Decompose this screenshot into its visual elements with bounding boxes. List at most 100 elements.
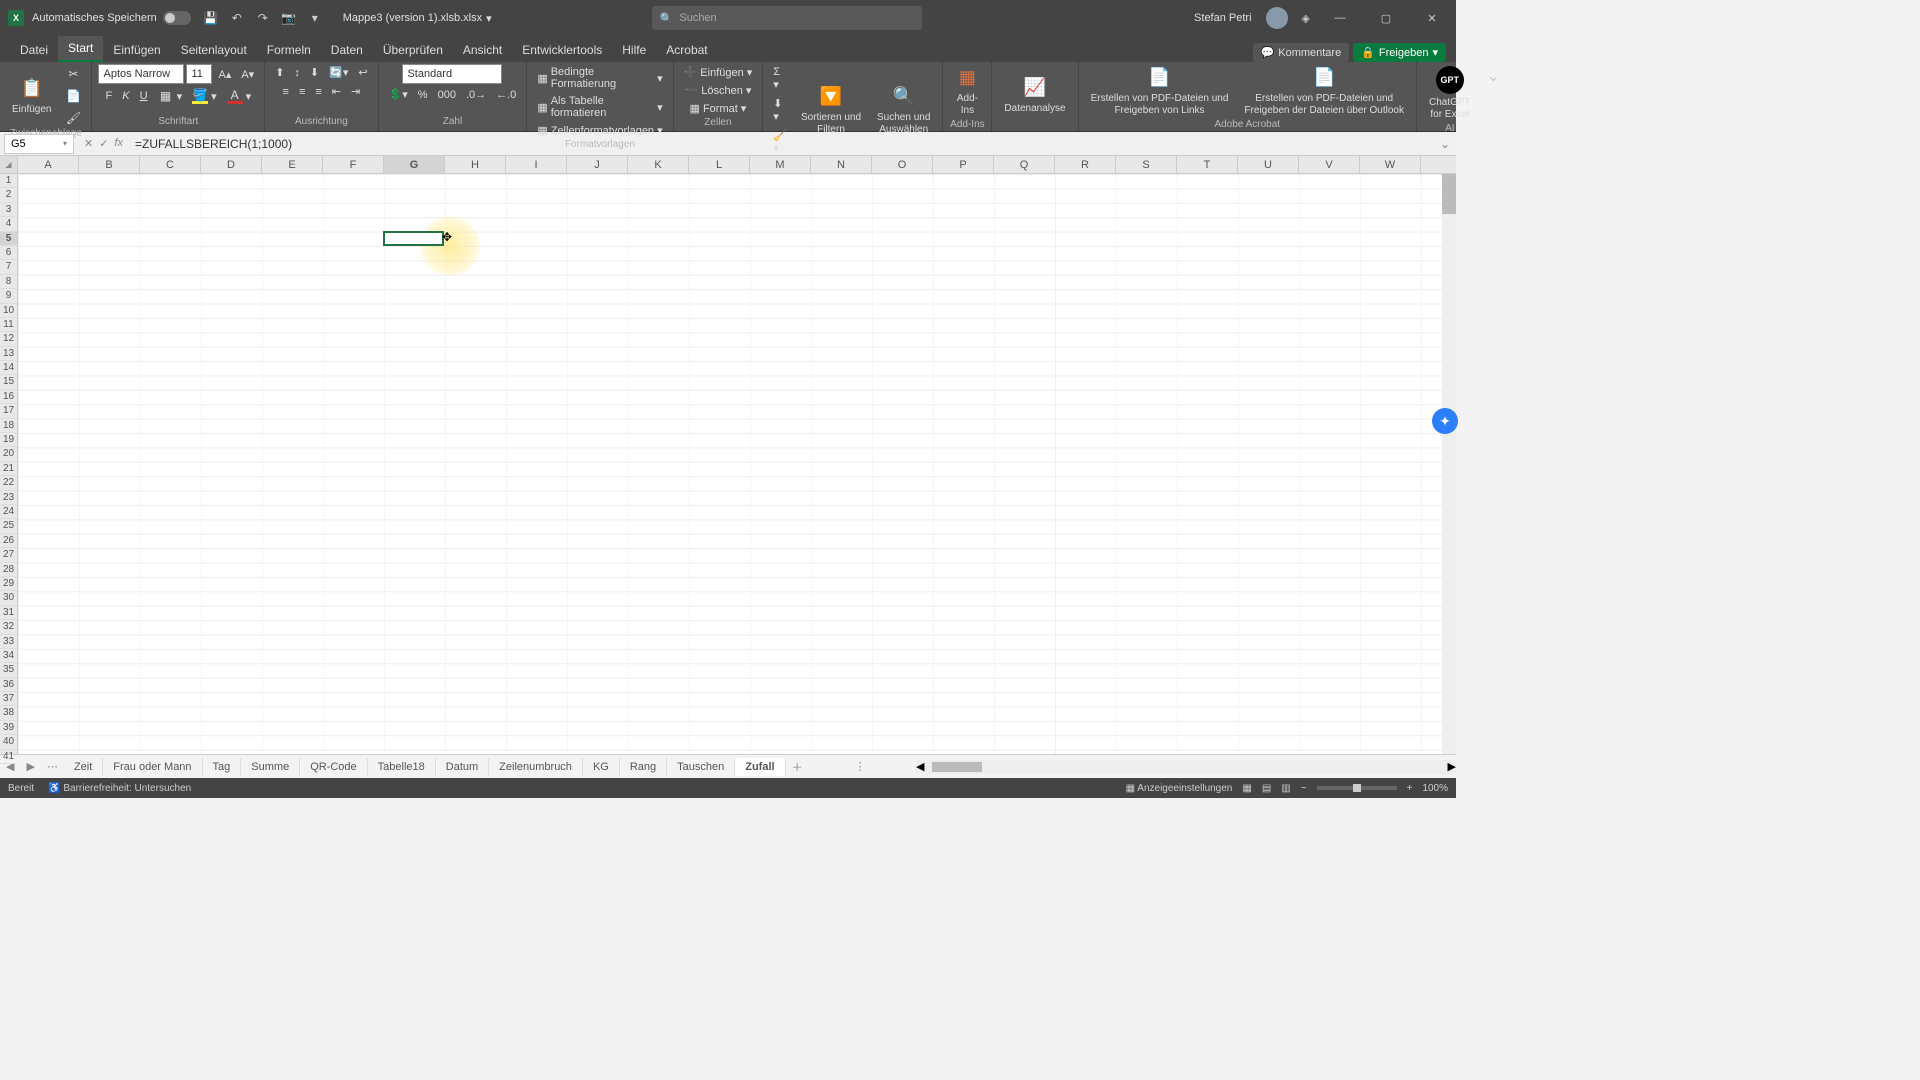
sheet-tab[interactable]: QR-Code <box>300 758 367 776</box>
wrap-text-button[interactable]: ↩ <box>354 64 371 81</box>
inc-decimal-button[interactable]: .0→ <box>462 86 490 103</box>
row-header-7[interactable]: 7 <box>0 260 17 274</box>
row-header-21[interactable]: 21 <box>0 462 17 476</box>
underline-button[interactable]: U <box>136 86 152 106</box>
shrink-font-button[interactable]: A▾ <box>237 64 258 84</box>
sheet-tab[interactable]: Zeit <box>64 758 103 776</box>
tab-start[interactable]: Start <box>58 36 103 62</box>
col-header-E[interactable]: E <box>262 156 323 173</box>
sheet-tab[interactable]: Summe <box>241 758 300 776</box>
row-header-5[interactable]: 5 <box>0 232 17 246</box>
row-header-27[interactable]: 27 <box>0 548 17 562</box>
row-header-22[interactable]: 22 <box>0 476 17 490</box>
sort-filter-button[interactable]: 🔽Sortieren und Filtern <box>795 83 867 138</box>
pdf-outlook-button[interactable]: 📄Erstellen von PDF-Dateien und Freigeben… <box>1238 64 1410 119</box>
copilot-side-icon[interactable]: ✦ <box>1432 408 1458 434</box>
col-header-I[interactable]: I <box>506 156 567 173</box>
font-name-select[interactable] <box>98 64 184 84</box>
row-header-8[interactable]: 8 <box>0 275 17 289</box>
col-header-J[interactable]: J <box>567 156 628 173</box>
cell-area[interactable]: ✥ <box>18 174 1456 754</box>
row-header-6[interactable]: 6 <box>0 246 17 260</box>
new-sheet-button[interactable]: ＋ <box>786 759 809 775</box>
save-icon[interactable]: 💾 <box>203 10 219 26</box>
tab-datei[interactable]: Datei <box>10 38 58 62</box>
horizontal-scrollbar[interactable]: ◀▶ <box>916 760 1456 774</box>
qat-more-icon[interactable]: ▾ <box>307 10 323 26</box>
row-header-9[interactable]: 9 <box>0 289 17 303</box>
fill-button[interactable]: ⬇ ▾ <box>769 95 791 125</box>
row-header-32[interactable]: 32 <box>0 620 17 634</box>
col-header-G[interactable]: G <box>384 156 445 173</box>
col-header-U[interactable]: U <box>1238 156 1299 173</box>
row-header-12[interactable]: 12 <box>0 332 17 346</box>
tab-hilfe[interactable]: Hilfe <box>612 38 656 62</box>
tab-einfuegen[interactable]: Einfügen <box>103 38 170 62</box>
thousands-button[interactable]: 000 <box>434 86 460 103</box>
col-header-B[interactable]: B <box>79 156 140 173</box>
sheet-nav-next[interactable]: ▶ <box>20 760 40 773</box>
row-header-11[interactable]: 11 <box>0 318 17 332</box>
conditional-formatting-button[interactable]: ▦ Bedingte Formatierung ▾ <box>533 64 666 92</box>
zoom-slider[interactable] <box>1317 786 1397 790</box>
row-header-1[interactable]: 1 <box>0 174 17 188</box>
fill-color-button[interactable]: 🪣▾ <box>188 86 221 106</box>
close-button[interactable]: ✕ <box>1416 4 1448 32</box>
col-header-W[interactable]: W <box>1360 156 1421 173</box>
pdf-links-button[interactable]: 📄Erstellen von PDF-Dateien und Freigeben… <box>1085 64 1235 119</box>
view-normal-icon[interactable]: ▦ <box>1242 783 1251 794</box>
name-box[interactable]: G5▾ <box>4 134 74 154</box>
row-header-16[interactable]: 16 <box>0 390 17 404</box>
format-as-table-button[interactable]: ▦ Als Tabelle formatieren ▾ <box>533 93 666 121</box>
user-avatar[interactable] <box>1266 7 1288 29</box>
selected-cell[interactable] <box>383 231 444 246</box>
align-left-button[interactable]: ≡ <box>279 83 293 100</box>
row-header-39[interactable]: 39 <box>0 721 17 735</box>
row-header-28[interactable]: 28 <box>0 563 17 577</box>
col-header-S[interactable]: S <box>1116 156 1177 173</box>
sheet-tab[interactable]: KG <box>583 758 620 776</box>
tab-split-icon[interactable]: ⋮ <box>849 760 872 773</box>
row-header-31[interactable]: 31 <box>0 606 17 620</box>
row-header-23[interactable]: 23 <box>0 491 17 505</box>
sheet-tab[interactable]: Datum <box>436 758 489 776</box>
redo-icon[interactable]: ↷ <box>255 10 271 26</box>
formula-input[interactable]: =ZUFALLSBEREICH(1;1000) <box>129 137 1434 151</box>
cut-button[interactable]: ✂ <box>61 64 85 84</box>
col-header-A[interactable]: A <box>18 156 79 173</box>
italic-button[interactable]: K <box>118 86 133 106</box>
kommentare-button[interactable]: 💬 Kommentare <box>1253 43 1350 62</box>
autosave-toggle[interactable] <box>163 11 191 25</box>
vscroll-thumb[interactable] <box>1442 174 1456 214</box>
row-header-38[interactable]: 38 <box>0 706 17 720</box>
tab-ueberpruefen[interactable]: Überprüfen <box>373 38 453 62</box>
indent-inc-button[interactable]: ⇥ <box>347 83 364 100</box>
row-header-18[interactable]: 18 <box>0 419 17 433</box>
col-header-O[interactable]: O <box>872 156 933 173</box>
row-header-19[interactable]: 19 <box>0 433 17 447</box>
tab-seitenlayout[interactable]: Seitenlayout <box>171 38 257 62</box>
col-header-H[interactable]: H <box>445 156 506 173</box>
row-header-14[interactable]: 14 <box>0 361 17 375</box>
freigeben-button[interactable]: 🔒 Freigeben ▾ <box>1353 43 1446 62</box>
border-button[interactable]: ▦▾ <box>154 86 187 106</box>
row-header-34[interactable]: 34 <box>0 649 17 663</box>
copy-button[interactable]: 📄 <box>61 86 85 106</box>
display-settings[interactable]: ▦ Anzeigeeinstellungen <box>1126 783 1233 794</box>
row-header-15[interactable]: 15 <box>0 375 17 389</box>
zoom-out-button[interactable]: − <box>1301 783 1307 794</box>
tab-daten[interactable]: Daten <box>321 38 373 62</box>
row-header-33[interactable]: 33 <box>0 635 17 649</box>
row-header-3[interactable]: 3 <box>0 203 17 217</box>
row-header-17[interactable]: 17 <box>0 404 17 418</box>
sheet-tab[interactable]: Zufall <box>735 758 785 776</box>
row-header-13[interactable]: 13 <box>0 347 17 361</box>
orientation-button[interactable]: 🔄▾ <box>325 64 352 81</box>
row-header-36[interactable]: 36 <box>0 678 17 692</box>
chatgpt-button[interactable]: GPTChatGPT for Excel <box>1423 64 1477 123</box>
row-header-30[interactable]: 30 <box>0 591 17 605</box>
sheet-tab[interactable]: Zeilenumbruch <box>489 758 583 776</box>
col-header-F[interactable]: F <box>323 156 384 173</box>
sheet-tab[interactable]: Frau oder Mann <box>103 758 202 776</box>
file-name[interactable]: Mappe3 (version 1).xlsb.xlsx ▾ <box>343 12 492 25</box>
